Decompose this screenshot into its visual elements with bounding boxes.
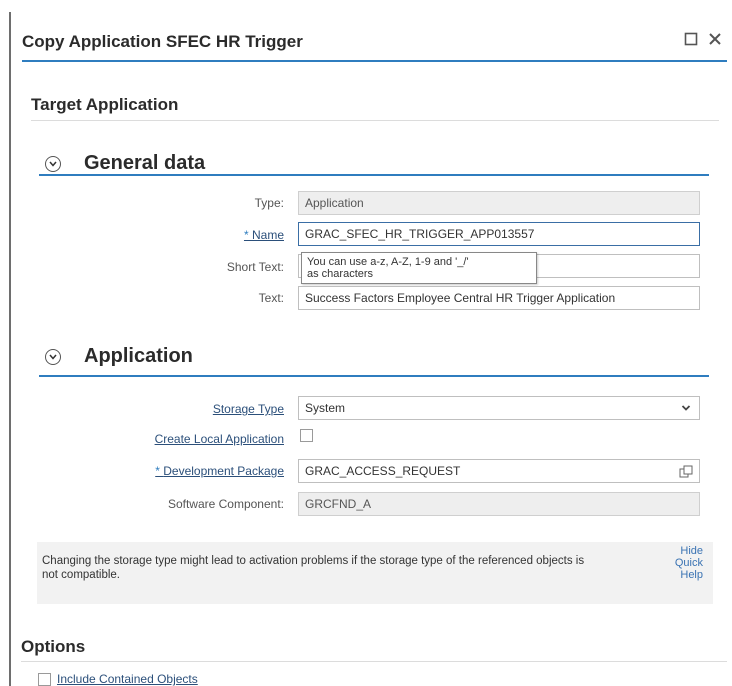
title-divider bbox=[22, 60, 727, 62]
general-data-heading: General data bbox=[84, 152, 206, 174]
development-package-label[interactable]: * Development Package bbox=[155, 464, 284, 478]
name-label-text: Name bbox=[251, 228, 284, 242]
quick-help-panel: Changing the storage type might lead to … bbox=[37, 542, 713, 604]
required-asterisk: * bbox=[243, 228, 252, 242]
hide-quick-help-line-1: Hide bbox=[680, 545, 703, 557]
development-package-input[interactable]: GRAC_ACCESS_REQUEST bbox=[298, 459, 700, 483]
close-icon[interactable] bbox=[706, 30, 724, 48]
type-label: Type: bbox=[254, 196, 284, 210]
value-help-icon[interactable] bbox=[679, 464, 693, 478]
target-application-heading: Target Application bbox=[31, 95, 179, 114]
quick-help-text: Changing the storage type might lead to … bbox=[42, 555, 585, 581]
application-heading: Application bbox=[84, 345, 193, 367]
include-contained-objects-checkbox[interactable] bbox=[38, 673, 51, 686]
collapse-icon[interactable] bbox=[45, 348, 61, 365]
development-package-label-text: Development Package bbox=[163, 464, 284, 478]
hide-quick-help-line-2: Quick bbox=[674, 557, 703, 569]
options-divider bbox=[21, 661, 727, 662]
chevron-down-icon[interactable] bbox=[681, 397, 691, 419]
storage-type-value: System bbox=[305, 401, 346, 415]
software-component-label: Software Component: bbox=[167, 497, 284, 511]
maximize-icon[interactable] bbox=[682, 30, 700, 48]
development-package-value: GRAC_ACCESS_REQUEST bbox=[305, 464, 461, 478]
tooltip-line-2: as characters bbox=[307, 268, 374, 280]
create-local-application-checkbox[interactable] bbox=[300, 429, 313, 442]
collapse-icon[interactable] bbox=[45, 155, 61, 172]
hide-quick-help-link[interactable]: Hide Quick Help bbox=[675, 545, 703, 581]
short-text-label: Short Text: bbox=[226, 260, 284, 274]
options-heading: Options bbox=[21, 637, 86, 656]
text-input[interactable]: Success Factors Employee Central HR Trig… bbox=[298, 286, 700, 310]
create-local-application-label[interactable]: Create Local Application bbox=[155, 432, 284, 446]
type-field: Application bbox=[298, 191, 700, 215]
hide-quick-help-line-3: Help bbox=[680, 569, 703, 581]
name-input[interactable]: GRAC_SFEC_HR_TRIGGER_APP013557 bbox=[298, 222, 700, 246]
tooltip-line-1: You can use a-z, A-Z, 1-9 and '_/' bbox=[307, 256, 469, 268]
window-buttons bbox=[682, 30, 724, 48]
include-contained-objects-label[interactable]: Include Contained Objects bbox=[57, 672, 198, 686]
general-data-divider bbox=[39, 174, 709, 176]
storage-type-select[interactable]: System bbox=[298, 396, 700, 420]
dialog-title: Copy Application SFEC HR Trigger bbox=[22, 32, 303, 51]
storage-type-label[interactable]: Storage Type bbox=[213, 402, 284, 416]
general-data-section-header: General data bbox=[45, 152, 205, 175]
copy-application-dialog: Copy Application SFEC HR Trigger Target … bbox=[9, 12, 730, 686]
background-window-strip bbox=[0, 0, 732, 12]
text-label: Text: bbox=[258, 291, 284, 305]
software-component-field: GRCFND_A bbox=[298, 492, 700, 516]
name-label[interactable]: * Name bbox=[244, 228, 284, 242]
application-divider bbox=[39, 375, 709, 377]
application-section-header: Application bbox=[45, 345, 193, 368]
target-divider bbox=[31, 120, 719, 121]
name-tooltip: You can use a-z, A-Z, 1-9 and '_/' as ch… bbox=[301, 252, 537, 284]
